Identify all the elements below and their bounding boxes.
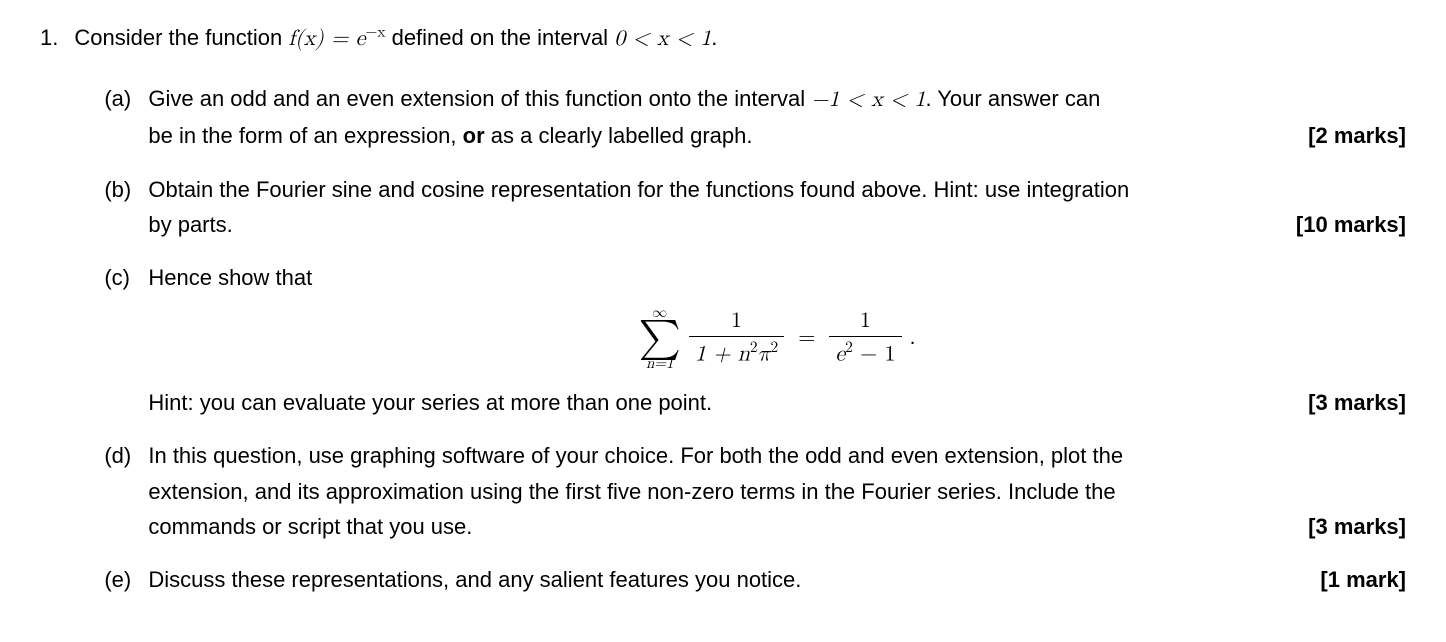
d-line3-row: commands or script that you use. [3 mark… [148, 509, 1406, 544]
frac2-exp: 2 [845, 340, 853, 355]
a-line2-row: be in the form of an expression, or as a… [148, 118, 1406, 153]
a-line2: be in the form of an expression, or as a… [148, 118, 1288, 153]
frac2-den: e2 − 1 [829, 336, 901, 368]
sum-expression: ∞ ∑ n=1 1 1 + n2π2 = 1 e2 − 1 [639, 305, 916, 371]
e-text: Discuss these representations, and any s… [148, 562, 1300, 597]
a-line1-pre: Give an odd and an even extension of thi… [148, 86, 811, 111]
c-hint-row: Hint: you can evaluate your series at mo… [148, 385, 1406, 420]
b-line2-row: by parts. [10 marks] [148, 207, 1406, 242]
e-row: Discuss these representations, and any s… [148, 562, 1406, 597]
c-period: . [910, 321, 916, 356]
intro-text-mid: defined on the interval [385, 25, 614, 50]
frac2-e: e [835, 344, 845, 366]
intro-text-pre: Consider the function [74, 25, 288, 50]
a-interval: −1 < x < 1 [811, 89, 925, 111]
d-line3: commands or script that you use. [148, 509, 1288, 544]
subpart-b-label: (b) [104, 172, 136, 242]
subpart-c-label: (c) [104, 260, 136, 420]
d-marks: [3 marks] [1308, 509, 1406, 544]
a-line2-pre: be in the form of an expression, [148, 123, 462, 148]
frac1-den-pre: 1 + n [695, 344, 750, 366]
subpart-c: (c) Hence show that ∞ ∑ n=1 1 1 [104, 260, 1406, 420]
subpart-b: (b) Obtain the Fourier sine and cosine r… [104, 172, 1406, 242]
a-line1: Give an odd and an even extension of thi… [148, 81, 1406, 118]
sigma-bottom: n=1 [646, 356, 674, 371]
subpart-a-body: Give an odd and an even extension of thi… [148, 81, 1406, 153]
frac1-num: 1 [725, 308, 748, 336]
equals-sign: = [792, 321, 821, 356]
problem-content: Consider the function f(x) = e−x defined… [74, 20, 1406, 615]
intro-text-end: . [711, 25, 717, 50]
subpart-b-body: Obtain the Fourier sine and cosine repre… [148, 172, 1406, 242]
subpart-d-body: In this question, use graphing software … [148, 438, 1406, 544]
intro-interval: 0 < x < 1 [614, 28, 711, 50]
problem-1: 1. Consider the function f(x) = e−x defi… [40, 20, 1406, 615]
a-marks: [2 marks] [1308, 118, 1406, 153]
b-marks: [10 marks] [1296, 207, 1406, 242]
frac-left: 1 1 + n2π2 [689, 308, 784, 368]
c-equation: ∞ ∑ n=1 1 1 + n2π2 = 1 e2 − 1 [148, 305, 1406, 371]
e-marks: [1 mark] [1320, 562, 1406, 597]
subpart-a-label: (a) [104, 81, 136, 153]
problem-number: 1. [40, 20, 58, 615]
c-hint: Hint: you can evaluate your series at mo… [148, 385, 1288, 420]
frac1-exp1: 2 [750, 340, 758, 355]
a-line2-post: as a clearly labelled graph. [485, 123, 753, 148]
subpart-e-body: Discuss these representations, and any s… [148, 562, 1406, 597]
subpart-e-label: (e) [104, 562, 136, 597]
subpart-a: (a) Give an odd and an even extension of… [104, 81, 1406, 153]
sigma-symbol: ∑ [639, 320, 681, 356]
frac-right: 1 e2 − 1 [829, 308, 901, 368]
problem-intro: Consider the function f(x) = e−x defined… [74, 20, 1406, 57]
frac1-den: 1 + n2π2 [689, 336, 784, 368]
c-intro: Hence show that [148, 260, 1406, 295]
a-line1-post: . Your answer can [925, 86, 1100, 111]
subpart-d: (d) In this question, use graphing softw… [104, 438, 1406, 544]
d-line2: extension, and its approximation using t… [148, 474, 1406, 509]
b-line1: Obtain the Fourier sine and cosine repre… [148, 172, 1406, 207]
c-marks: [3 marks] [1308, 385, 1406, 420]
subpart-e: (e) Discuss these representations, and a… [104, 562, 1406, 597]
frac1-pi: π [758, 344, 771, 366]
b-line2: by parts. [148, 207, 1276, 242]
frac2-num: 1 [854, 308, 877, 336]
sigma-block: ∞ ∑ n=1 [639, 305, 681, 371]
fn-exp: −x [365, 25, 385, 40]
a-line2-bold: or [463, 123, 485, 148]
frac2-post: − 1 [853, 344, 896, 366]
subparts: (a) Give an odd and an even extension of… [74, 81, 1406, 597]
subpart-d-label: (d) [104, 438, 136, 544]
frac1-exp2: 2 [771, 340, 779, 355]
d-line1: In this question, use graphing software … [148, 438, 1406, 473]
subpart-c-body: Hence show that ∞ ∑ n=1 1 1 + n2π2 [148, 260, 1406, 420]
fn-left: f(x) = e [288, 28, 365, 50]
intro-fn: f(x) = e−x [288, 28, 385, 50]
